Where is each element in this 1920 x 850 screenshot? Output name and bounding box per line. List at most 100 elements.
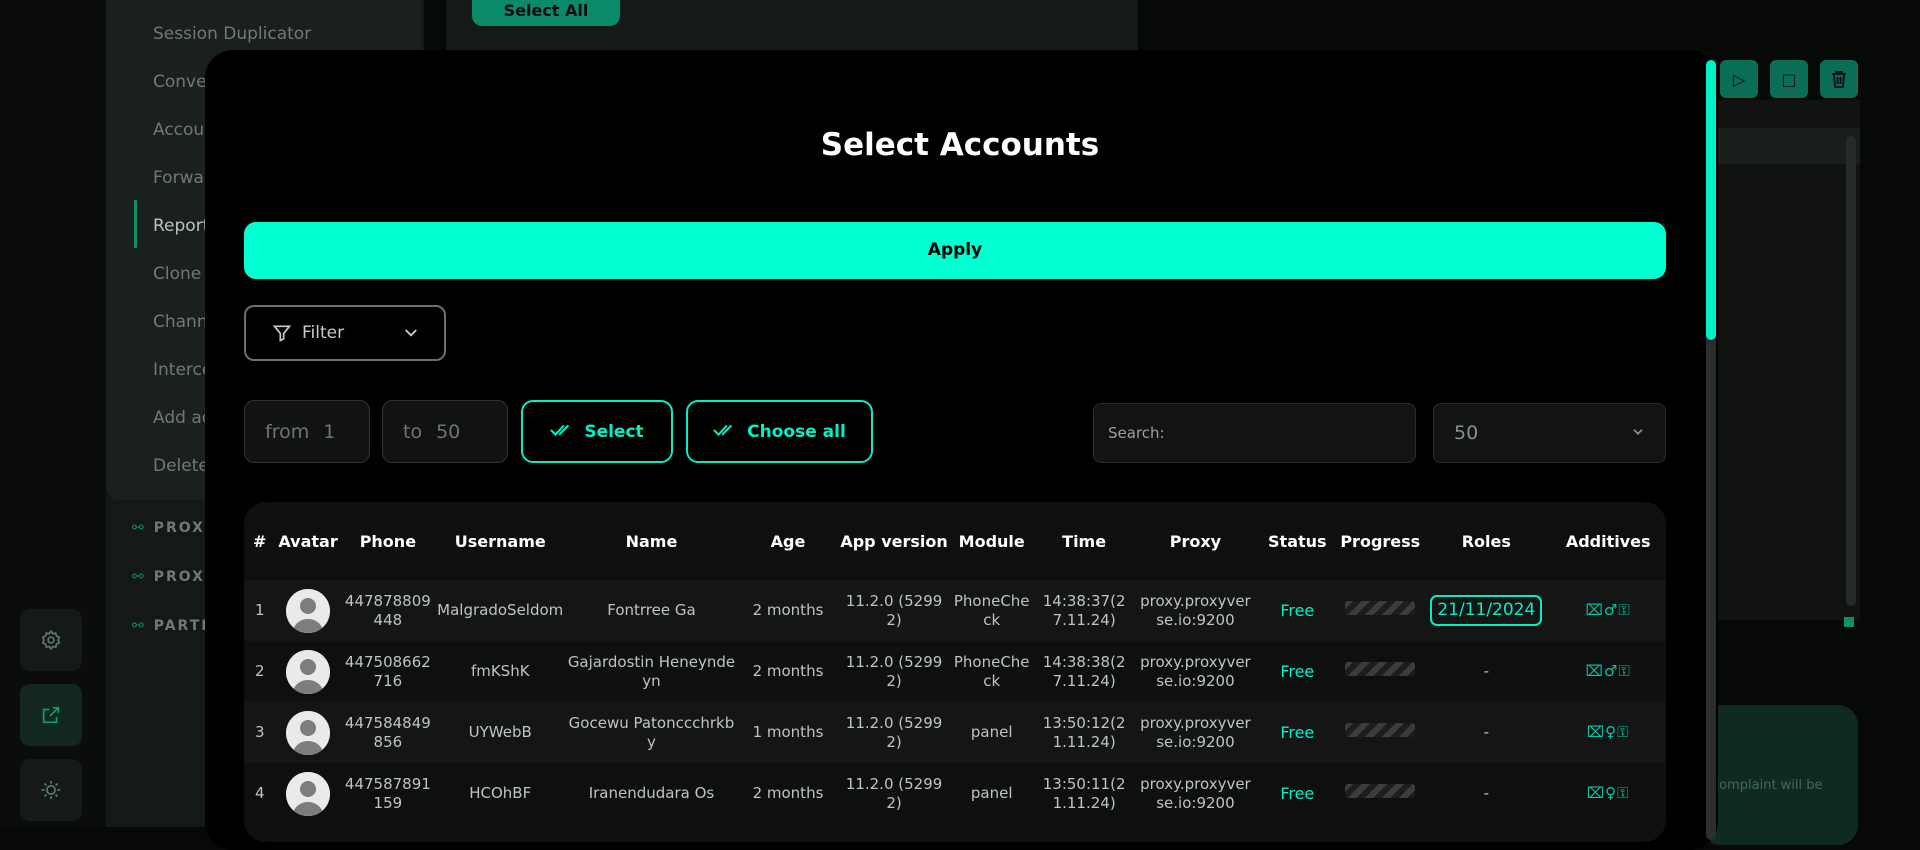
phone-cell: 447508662716 <box>340 641 436 702</box>
avatar <box>275 763 341 824</box>
chevron-down-icon <box>1631 422 1645 444</box>
double-check-icon <box>713 422 737 442</box>
time-cell: 13:50:12(21.11.24) <box>1033 702 1135 763</box>
col-header-progress: Progress <box>1340 531 1421 551</box>
table-header-row: # Avatar Phone Username Name Age App ver… <box>244 502 1666 580</box>
bg-log-panel <box>1700 100 1860 620</box>
additives-cell: ⌧♂⚿ <box>1550 580 1666 641</box>
col-header-module[interactable]: Module <box>950 502 1034 580</box>
col-header-proxy[interactable]: Proxy <box>1135 502 1257 580</box>
per-page-value: 50 <box>1454 422 1479 444</box>
filter-label: Filter <box>302 323 345 343</box>
username-cell: UYWebB <box>435 702 566 763</box>
app-left-rail <box>0 0 106 827</box>
section-label: PROX <box>153 520 205 536</box>
section-proxy-1[interactable]: ⚯ PROX <box>132 520 205 536</box>
menu-item-cloner[interactable]: Clone <box>153 264 201 284</box>
col-header-additives: Additives <box>1565 531 1651 551</box>
col-header-age[interactable]: Age <box>738 502 839 580</box>
section-label: PROX <box>153 569 205 585</box>
menu-item-forward[interactable]: Forwa <box>153 168 204 188</box>
modal-scrollbar[interactable] <box>1706 60 1716 840</box>
proxy-cell: proxy.proxyverse.io:9200 <box>1134 702 1257 763</box>
table-row[interactable]: 2 447508662716 fmKShK Gajardostin Heneyn… <box>244 641 1666 702</box>
progress-cell <box>1338 641 1423 702</box>
col-header-avatar: Avatar <box>278 531 338 551</box>
range-to-input[interactable]: to 50 <box>382 400 508 463</box>
per-page-select[interactable]: 50 <box>1433 403 1666 463</box>
row-number: 1 <box>244 580 276 641</box>
range-to-value: 50 <box>436 420 461 443</box>
time-cell: 14:38:37(27.11.24) <box>1033 580 1135 641</box>
proxy-cell: proxy.proxyverse.io:9200 <box>1134 641 1257 702</box>
app-version-cell: 11.2.0 (52992) <box>838 580 950 641</box>
chevron-down-icon <box>402 324 420 342</box>
phone-cell: 447587891159 <box>340 763 436 824</box>
time-cell: 14:38:38(27.11.24) <box>1033 641 1135 702</box>
progress-bar <box>1345 601 1416 615</box>
progress-bar <box>1345 723 1416 737</box>
additives-cell: ⌧♂⚿ <box>1550 641 1666 702</box>
col-header-phone[interactable]: Phone <box>341 502 436 580</box>
table-row[interactable]: 3 447584849856 UYWebB Gocewu Patonccchrk… <box>244 702 1666 763</box>
bg-checkbox[interactable] <box>1844 617 1854 627</box>
menu-item-delete[interactable]: Delete <box>153 456 209 476</box>
age-cell: 2 months <box>737 641 839 702</box>
col-header-app-version[interactable]: App version <box>838 502 949 580</box>
col-header-time[interactable]: Time <box>1034 502 1135 580</box>
search-input[interactable]: Search: <box>1093 403 1416 463</box>
time-cell: 13:50:11(21.11.24) <box>1033 763 1135 824</box>
network-icon: ⚯ <box>132 618 146 634</box>
col-header-username[interactable]: Username <box>435 502 565 580</box>
theme-toggle-icon[interactable] <box>20 759 82 821</box>
modal-scrollbar-thumb[interactable] <box>1706 60 1716 340</box>
section-proxy-2[interactable]: ⚯ PROX <box>132 569 205 585</box>
range-from-input[interactable]: from 1 <box>244 400 370 463</box>
username-cell: fmKShK <box>435 641 566 702</box>
avatar <box>275 641 341 702</box>
menu-item-intercept[interactable]: Interce <box>153 360 212 380</box>
external-link-icon[interactable] <box>20 684 82 746</box>
col-header-status[interactable]: Status <box>1256 502 1338 580</box>
settings-icon[interactable] <box>20 609 82 671</box>
roles-cell: - <box>1422 641 1551 702</box>
age-cell: 1 months <box>737 702 839 763</box>
col-header-name[interactable]: Name <box>565 502 737 580</box>
search-placeholder: Search: <box>1108 424 1165 442</box>
stop-icon[interactable]: □ <box>1770 60 1808 98</box>
network-icon: ⚯ <box>132 569 146 585</box>
menu-item-report[interactable]: Report <box>153 216 209 236</box>
additives-cell: ⌧♀⚿ <box>1550 702 1666 763</box>
roles-cell: - <box>1422 702 1551 763</box>
roles-cell: - <box>1422 763 1551 824</box>
section-partners[interactable]: ⚯ PARTN <box>132 618 215 634</box>
menu-item-add[interactable]: Add ac <box>153 408 211 428</box>
play-icon[interactable]: ▷ <box>1720 60 1758 98</box>
name-cell: Fontrree Ga <box>565 580 738 641</box>
phone-cell: 447584849856 <box>340 702 436 763</box>
status-cell: Free <box>1256 763 1339 824</box>
menu-item-convert[interactable]: Conve <box>153 72 207 92</box>
name-cell: Iranendudara Os <box>565 763 738 824</box>
app-version-cell: 11.2.0 (52992) <box>838 641 950 702</box>
select-button[interactable]: Select <box>521 400 673 463</box>
menu-item-session-duplicator[interactable]: Session Duplicator <box>153 24 311 44</box>
app-version-cell: 11.2.0 (52992) <box>838 763 950 824</box>
table-row[interactable]: 1 447878809448 MalgradoSeldom Fontrree G… <box>244 580 1666 641</box>
status-cell: Free <box>1256 580 1339 641</box>
progress-cell <box>1338 702 1423 763</box>
table-row[interactable]: 4 447587891159 HCOhBF Iranendudara Os 2 … <box>244 763 1666 824</box>
filter-dropdown[interactable]: Filter <box>244 305 446 361</box>
trash-icon[interactable] <box>1820 60 1858 98</box>
proxy-cell: proxy.proxyverse.io:9200 <box>1134 580 1257 641</box>
choose-all-button[interactable]: Choose all <box>686 400 873 463</box>
progress-cell <box>1338 580 1423 641</box>
name-cell: Gajardostin Heneyndeyn <box>565 641 738 702</box>
menu-item-channel[interactable]: Chann <box>153 312 208 332</box>
active-indicator <box>134 200 137 248</box>
bg-scrollbar[interactable] <box>1846 136 1856 606</box>
apply-button[interactable]: Apply <box>244 222 1666 279</box>
phone-cell: 447878809448 <box>340 580 436 641</box>
bg-select-all-button[interactable]: Select All <box>472 0 620 26</box>
roles-cell: 21/11/2024 <box>1422 580 1551 641</box>
